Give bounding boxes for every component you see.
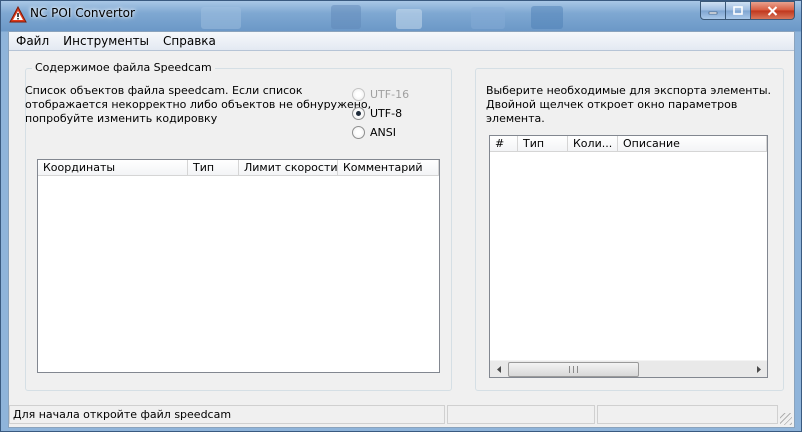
- horizontal-scrollbar[interactable]: [490, 360, 767, 377]
- close-button[interactable]: [750, 1, 795, 20]
- export-elements-list[interactable]: # Тип Коли... Описание: [489, 135, 768, 378]
- window-title: NC POI Convertor: [30, 6, 135, 20]
- radio-label: ANSI: [370, 126, 396, 139]
- scroll-right-button[interactable]: [750, 361, 767, 378]
- minimize-button[interactable]: [700, 1, 726, 20]
- app-window: NC POI Convertor Файл Инструменты Справк…: [0, 0, 802, 432]
- radio-utf16[interactable]: UTF-16: [352, 88, 409, 101]
- column-header-count[interactable]: Коли...: [568, 136, 618, 152]
- radio-label: UTF-16: [370, 88, 410, 101]
- column-header-speed-limit[interactable]: Лимит скорости: [239, 160, 338, 176]
- export-elements-group: Выберите необходимые для экспорта элемен…: [475, 68, 784, 391]
- speedcam-description: Список объектов файла speedcam. Если спи…: [25, 84, 371, 126]
- column-header-type[interactable]: Тип: [518, 136, 568, 152]
- close-icon: [767, 5, 778, 16]
- warning-triangle-icon: [9, 6, 27, 23]
- status-pane-3: [597, 405, 778, 424]
- radio-button[interactable]: [352, 88, 365, 101]
- radio-label: UTF-8: [370, 107, 403, 120]
- column-header-description[interactable]: Описание: [618, 136, 767, 152]
- title-bar[interactable]: NC POI Convertor: [1, 1, 801, 31]
- column-header-type[interactable]: Тип: [188, 160, 239, 176]
- scrollbar-thumb[interactable]: [508, 362, 639, 377]
- radio-button[interactable]: [352, 126, 365, 139]
- speedcam-objects-list[interactable]: Координаты Тип Лимит скорости Комментари…: [37, 159, 440, 373]
- menu-help[interactable]: Справка: [156, 32, 223, 50]
- resize-grip-icon[interactable]: [780, 413, 792, 425]
- description-line: Двойной щелчек откроет окно параметров э…: [486, 98, 738, 125]
- column-header-comment[interactable]: Комментарий: [338, 160, 439, 176]
- description-line: отображается некорректно либо объектов н…: [25, 98, 372, 111]
- group-title: Содержимое файла Speedcam: [32, 61, 215, 74]
- maximize-button[interactable]: [725, 1, 751, 20]
- column-header-number[interactable]: #: [490, 136, 518, 152]
- list-header: # Тип Коли... Описание: [490, 136, 767, 152]
- client-area: Файл Инструменты Справка Содержимое файл…: [8, 31, 795, 428]
- radio-utf8[interactable]: UTF-8: [352, 107, 402, 120]
- arrow-left-icon: [496, 366, 501, 373]
- status-pane-2: [447, 405, 595, 424]
- export-description: Выберите необходимые для экспорта элемен…: [486, 84, 783, 126]
- minimize-icon: [708, 11, 718, 14]
- description-line: Список объектов файла speedcam. Если спи…: [25, 84, 303, 97]
- menu-bar: Файл Инструменты Справка: [9, 32, 794, 51]
- list-header: Координаты Тип Лимит скорости Комментари…: [38, 160, 439, 176]
- menu-tools[interactable]: Инструменты: [56, 32, 156, 50]
- description-line: Выберите необходимые для экспорта элемен…: [486, 84, 772, 97]
- description-line: попробуйте изменить кодировку: [25, 112, 218, 125]
- maximize-icon: [733, 6, 743, 15]
- radio-ansi[interactable]: ANSI: [352, 126, 396, 139]
- grip-icon: [569, 366, 578, 373]
- radio-button[interactable]: [352, 107, 365, 120]
- menu-file[interactable]: Файл: [9, 32, 56, 50]
- status-bar: Для начала откройте файл speedcam: [9, 403, 794, 427]
- column-header-coordinates[interactable]: Координаты: [38, 160, 188, 176]
- status-text: Для начала откройте файл speedcam: [9, 405, 445, 424]
- speedcam-content-group: Содержимое файла Speedcam Список объекто…: [25, 61, 452, 391]
- arrow-right-icon: [756, 366, 761, 373]
- scroll-left-button[interactable]: [490, 361, 507, 378]
